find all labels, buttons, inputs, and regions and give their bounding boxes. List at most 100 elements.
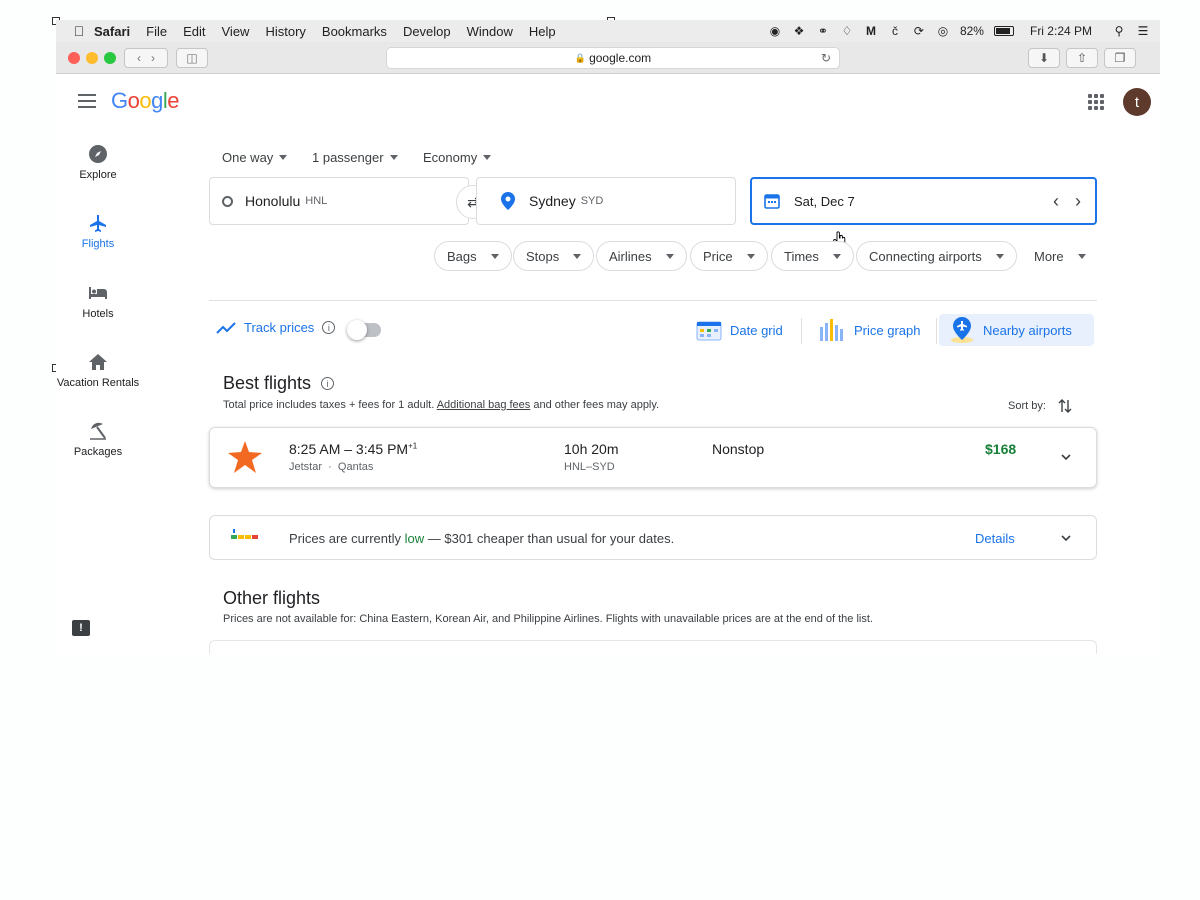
track-prices-toggle[interactable] xyxy=(347,320,381,340)
menu-view[interactable]: View xyxy=(222,24,250,39)
send-feedback-icon[interactable]: ! xyxy=(72,620,90,636)
share-icon: ⇧ xyxy=(1076,51,1088,65)
price-graph-icon xyxy=(820,319,843,341)
menu-help[interactable]: Help xyxy=(529,24,556,39)
chevron-down-icon xyxy=(279,155,288,160)
location-pin-icon xyxy=(501,192,515,210)
battery-icon[interactable] xyxy=(993,26,1014,36)
address-text: google.com xyxy=(589,51,652,65)
nav-explore[interactable]: Explore xyxy=(56,144,140,181)
nearby-airports-icon xyxy=(951,317,973,343)
divider xyxy=(936,318,937,344)
filter-airlines[interactable]: Airlines xyxy=(596,241,687,271)
insight-prefix: Prices are currently xyxy=(289,531,401,546)
google-apps-icon[interactable] xyxy=(1088,94,1104,110)
nav-vacation-rentals[interactable]: Vacation Rentals xyxy=(56,352,140,389)
menu-window[interactable]: Window xyxy=(467,24,513,39)
reload-icon[interactable]: ↻ xyxy=(821,51,831,65)
flight-price: $168 xyxy=(985,441,1017,457)
nearby-airports-button[interactable]: Nearby airports xyxy=(939,314,1094,346)
menu-file[interactable]: File xyxy=(146,24,167,39)
account-avatar[interactable]: t xyxy=(1123,88,1151,116)
sort-icon[interactable] xyxy=(1058,398,1072,414)
additional-bag-fees-link[interactable]: Additional bag fees xyxy=(437,399,531,411)
menu-history[interactable]: History xyxy=(265,24,305,39)
menu-app-name[interactable]: Safari xyxy=(94,24,130,39)
filter-stops[interactable]: Stops xyxy=(513,241,595,271)
chevron-down-icon[interactable] xyxy=(1061,533,1071,543)
filter-more[interactable]: More xyxy=(1022,241,1098,271)
cabin-class-value: Economy xyxy=(423,150,478,165)
passengers-select[interactable]: 1 passenger xyxy=(312,150,398,165)
nearby-airports-label: Nearby airports xyxy=(983,322,1072,338)
filter-price[interactable]: Price xyxy=(690,241,768,271)
filter-times[interactable]: Times xyxy=(771,241,854,271)
maximize-window-button[interactable] xyxy=(104,52,116,64)
mail-m-icon[interactable]: M xyxy=(864,24,878,38)
wifi-icon[interactable]: ◎ xyxy=(936,24,950,38)
departure-date-field[interactable]: Sat, Dec 7 ‹ › xyxy=(750,177,1097,225)
nav-packages[interactable]: Packages xyxy=(56,421,140,458)
downloads-button[interactable]: ⬇ xyxy=(1028,48,1060,68)
share-button[interactable]: ⇧ xyxy=(1066,48,1098,68)
destination-city: Sydney xyxy=(529,193,576,209)
dropbox-icon[interactable]: ❖ xyxy=(792,24,806,38)
trip-type-value: One way xyxy=(222,150,274,165)
c-app-icon[interactable]: č xyxy=(888,24,902,38)
filter-bags[interactable]: Bags xyxy=(434,241,512,271)
sidebar-toggle-button[interactable]: ◫ xyxy=(176,48,208,68)
mac-menu-bar:  Safari File Edit View History Bookmark… xyxy=(56,20,1160,42)
filter-connecting-airports[interactable]: Connecting airports xyxy=(856,241,1017,271)
track-prices[interactable]: Track prices i xyxy=(216,320,336,335)
previous-date-button[interactable]: ‹ xyxy=(1053,191,1059,212)
google-logo[interactable]: Google xyxy=(111,88,180,114)
time-machine-icon[interactable]: ⟳ xyxy=(912,24,926,38)
other-flights-title: Other flights xyxy=(223,588,321,608)
creative-cloud-icon[interactable]: ⚭ xyxy=(816,24,830,38)
day-offset: +1 xyxy=(408,441,418,451)
origin-field[interactable]: Honolulu HNL xyxy=(209,177,469,225)
back-icon[interactable]: ‹ xyxy=(137,51,141,65)
nav-flights[interactable]: Flights xyxy=(56,213,140,250)
menu-develop[interactable]: Develop xyxy=(403,24,451,39)
tabs-overview-button[interactable]: ❐ xyxy=(1104,48,1136,68)
flight-result-card[interactable]: 8:25 AM – 3:45 PM+1 Jetstar · Qantas 10h… xyxy=(209,427,1097,488)
filter-times-label: Times xyxy=(784,248,819,264)
other-flights-note: Prices are not available for: China East… xyxy=(223,613,873,625)
clock[interactable]: Fri 2:24 PM xyxy=(1030,24,1092,38)
trip-type-select[interactable]: One way xyxy=(222,150,288,165)
close-window-button[interactable] xyxy=(68,52,80,64)
minimize-window-button[interactable] xyxy=(86,52,98,64)
nav-hotels[interactable]: Hotels xyxy=(56,283,140,320)
chevron-down-icon[interactable] xyxy=(1061,452,1071,462)
date-grid-button[interactable]: Date grid xyxy=(686,314,793,346)
main-menu-icon[interactable] xyxy=(78,94,96,108)
forward-icon[interactable]: › xyxy=(151,51,155,65)
track-prices-label: Track prices xyxy=(244,320,315,335)
destination-field[interactable]: Sydney SYD xyxy=(476,177,736,225)
best-flights-note: Total price includes taxes + fees for 1 … xyxy=(223,399,659,411)
info-icon[interactable]: i xyxy=(322,321,336,334)
menu-edit[interactable]: Edit xyxy=(183,24,205,39)
price-insight-card[interactable]: Prices are currently low — $301 cheaper … xyxy=(209,515,1097,560)
sort-by[interactable]: Sort by: xyxy=(1008,398,1072,414)
record-icon[interactable]: ◉ xyxy=(768,24,782,38)
chevron-down-icon xyxy=(746,253,755,259)
menu-bookmarks[interactable]: Bookmarks xyxy=(322,24,387,39)
evernote-icon[interactable]: ♢ xyxy=(840,24,854,38)
address-bar[interactable]: 🔒 google.com ↻ xyxy=(386,47,840,69)
filter-bags-label: Bags xyxy=(447,248,477,264)
insight-details-link[interactable]: Details xyxy=(975,531,1015,546)
info-icon[interactable]: i xyxy=(321,377,335,390)
best-flights-title: Best flights xyxy=(223,373,312,393)
price-graph-button[interactable]: Price graph xyxy=(808,314,930,346)
back-forward-buttons[interactable]: ‹ › xyxy=(124,48,168,68)
insight-suffix: — $301 cheaper than usual for your dates… xyxy=(427,531,675,546)
price-note-suffix: and other fees may apply. xyxy=(533,399,660,411)
apple-icon[interactable]:  xyxy=(64,23,94,39)
best-flights-heading: Best flights i xyxy=(223,373,335,394)
cabin-class-select[interactable]: Economy xyxy=(423,150,492,165)
next-date-button[interactable]: › xyxy=(1075,191,1081,212)
notification-center-icon[interactable]: ☰ xyxy=(1136,24,1150,38)
spotlight-search-icon[interactable]: ⚲ xyxy=(1112,24,1126,38)
